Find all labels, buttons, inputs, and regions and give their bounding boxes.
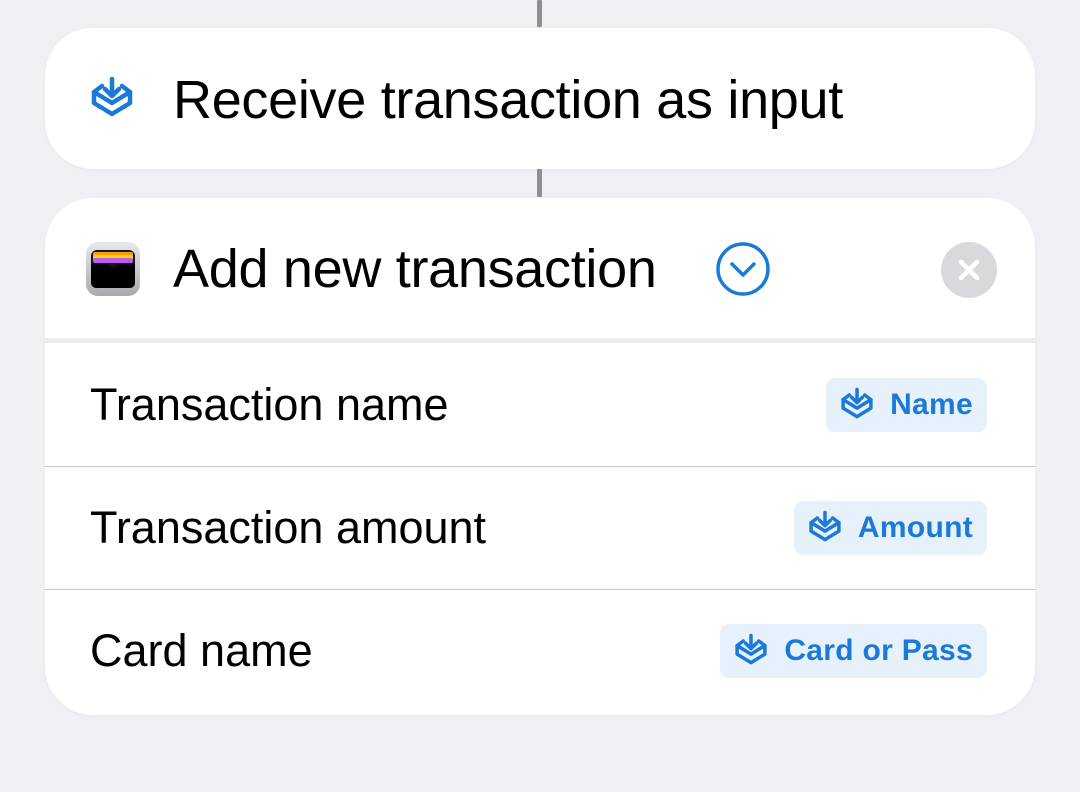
- parameter-label: Transaction name: [90, 379, 449, 430]
- tray-arrow-down-icon: [808, 510, 842, 546]
- flow-connector-top: [537, 0, 542, 27]
- token-label: Card or Pass: [784, 634, 973, 667]
- receive-step-title: Receive transaction as input: [173, 70, 843, 130]
- add-transaction-action[interactable]: Add new transaction Transaction name Nam…: [45, 198, 1035, 715]
- tray-arrow-down-icon: [734, 633, 768, 669]
- parameter-label: Transaction amount: [90, 502, 487, 553]
- close-icon[interactable]: [941, 242, 997, 298]
- flow-connector-middle: [537, 169, 542, 197]
- receive-input-step[interactable]: Receive transaction as input: [45, 28, 1035, 169]
- action-header: Add new transaction: [45, 198, 1035, 338]
- wallet-app-icon: [85, 241, 141, 297]
- amount-variable-token[interactable]: Amount: [793, 501, 987, 555]
- name-variable-token[interactable]: Name: [826, 378, 987, 432]
- token-label: Name: [890, 388, 973, 421]
- token-label: Amount: [857, 511, 973, 544]
- tray-arrow-down-icon: [90, 76, 134, 122]
- action-title: Add new transaction: [173, 239, 657, 299]
- parameter-row-transaction-name: Transaction name Name: [45, 343, 1035, 465]
- parameter-row-transaction-amount: Transaction amount Amount: [45, 466, 1035, 588]
- parameter-row-card-name: Card name Card or Pass: [45, 589, 1035, 711]
- card-or-pass-variable-token[interactable]: Card or Pass: [720, 624, 987, 678]
- tray-arrow-down-icon: [840, 387, 874, 423]
- chevron-down-circle-icon[interactable]: [715, 241, 771, 297]
- parameter-label: Card name: [90, 625, 313, 676]
